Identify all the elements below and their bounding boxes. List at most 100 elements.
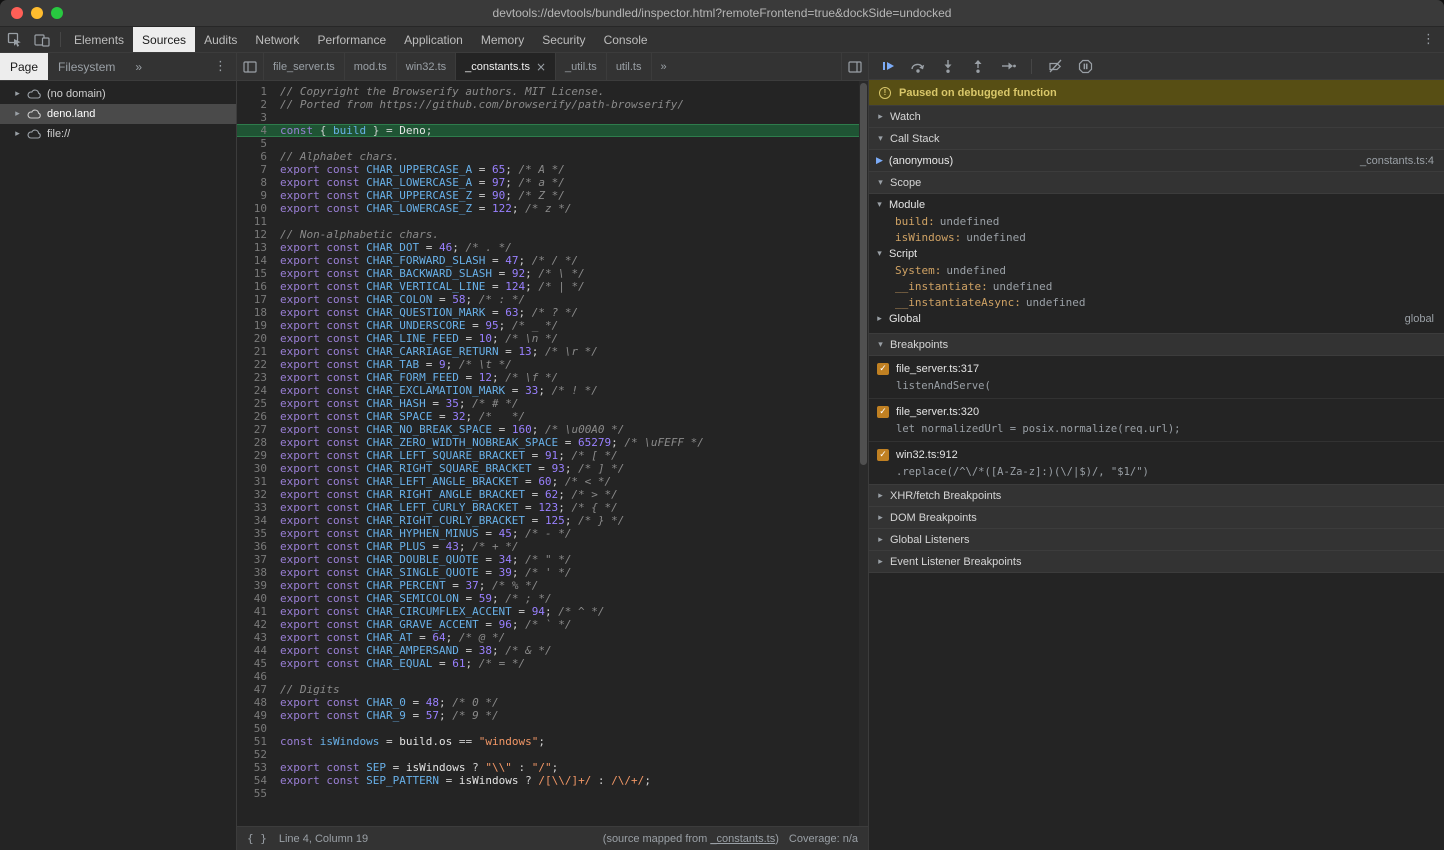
line-number-gutter[interactable]: 25 [237, 397, 267, 410]
code-text[interactable]: export const CHAR_VERTICAL_LINE = 124; /… [280, 280, 585, 293]
code-text[interactable]: export const CHAR_LEFT_ANGLE_BRACKET = 6… [280, 475, 611, 488]
section-scope[interactable]: ▾ Scope [869, 172, 1444, 194]
editor-tab-util[interactable]: util.ts [607, 53, 652, 80]
editor-tab-file-server[interactable]: file_server.ts [264, 53, 345, 80]
zoom-window-button[interactable] [51, 7, 63, 19]
tab-console[interactable]: Console [595, 27, 657, 52]
section-event-listener-breakpoints[interactable]: ▸ Event Listener Breakpoints [869, 551, 1444, 573]
scope-global[interactable]: ▸ Global global [869, 310, 1444, 327]
scrollbar-thumb[interactable] [860, 83, 867, 465]
line-number-gutter[interactable]: 30 [237, 462, 267, 475]
device-toolbar-icon[interactable] [28, 27, 56, 52]
section-global-listeners[interactable]: ▸ Global Listeners [869, 529, 1444, 551]
line-number-gutter[interactable]: 31 [237, 475, 267, 488]
tree-item-file[interactable]: ▸ file:// [0, 124, 236, 144]
breakpoint-checkbox[interactable]: ✓ [877, 449, 889, 461]
code-text[interactable]: export const CHAR_PLUS = 43; /* + */ [280, 540, 518, 553]
tab-network[interactable]: Network [246, 27, 308, 52]
code-text[interactable]: export const CHAR_RIGHT_CURLY_BRACKET = … [280, 514, 624, 527]
line-number-gutter[interactable]: 4 [237, 124, 267, 137]
line-number-gutter[interactable]: 28 [237, 436, 267, 449]
code-text[interactable]: export const CHAR_LOWERCASE_A = 97; /* a… [280, 176, 565, 189]
line-number-gutter[interactable]: 43 [237, 631, 267, 644]
tree-item-deno-land[interactable]: ▸ deno.land [0, 104, 236, 124]
code-text[interactable]: export const CHAR_QUESTION_MARK = 63; /*… [280, 306, 578, 319]
editor-tab-win32[interactable]: win32.ts [397, 53, 456, 80]
line-number-gutter[interactable]: 36 [237, 540, 267, 553]
code-text[interactable]: // Alphabet chars. [280, 150, 399, 163]
tree-item-no-domain[interactable]: ▸ (no domain) [0, 84, 236, 104]
resume-script-button[interactable] [877, 56, 899, 76]
code-text[interactable]: export const SEP = isWindows ? "\\" : "/… [280, 761, 558, 774]
tab-security[interactable]: Security [533, 27, 594, 52]
scope-variable[interactable]: System: undefined [869, 262, 1444, 278]
tab-sources[interactable]: Sources [133, 27, 195, 52]
code-text[interactable]: export const CHAR_DOUBLE_QUOTE = 34; /* … [280, 553, 571, 566]
code-text[interactable]: export const CHAR_UPPERCASE_Z = 90; /* Z… [280, 189, 565, 202]
scope-variable[interactable]: build: undefined [869, 213, 1444, 229]
tab-memory[interactable]: Memory [472, 27, 533, 52]
line-number-gutter[interactable]: 22 [237, 358, 267, 371]
line-number-gutter[interactable]: 8 [237, 176, 267, 189]
line-number-gutter[interactable]: 6 [237, 150, 267, 163]
tab-filesystem[interactable]: Filesystem [48, 53, 125, 80]
line-number-gutter[interactable]: 37 [237, 553, 267, 566]
call-stack-frame[interactable]: ▶ (anonymous) _constants.ts:4 [869, 150, 1444, 172]
scope-variable[interactable]: isWindows: undefined [869, 229, 1444, 245]
line-number-gutter[interactable]: 41 [237, 605, 267, 618]
line-number-gutter[interactable]: 50 [237, 722, 267, 735]
code-text[interactable]: export const CHAR_ZERO_WIDTH_NOBREAK_SPA… [280, 436, 704, 449]
code-text[interactable]: export const CHAR_UPPERCASE_A = 65; /* A… [280, 163, 565, 176]
code-text[interactable]: export const CHAR_9 = 57; /* 9 */ [280, 709, 499, 722]
toggle-navigator-icon[interactable] [237, 53, 264, 80]
line-number-gutter[interactable]: 24 [237, 384, 267, 397]
code-text[interactable]: export const CHAR_HYPHEN_MINUS = 45; /* … [280, 527, 571, 540]
editor-scrollbar[interactable] [859, 81, 868, 826]
chevron-right-icon[interactable]: ▸ [13, 89, 22, 99]
code-text[interactable]: export const CHAR_UNDERSCORE = 95; /* _ … [280, 319, 558, 332]
code-text[interactable]: export const CHAR_COLON = 58; /* : */ [280, 293, 525, 306]
line-number-gutter[interactable]: 55 [237, 787, 267, 800]
code-text[interactable]: export const CHAR_LINE_FEED = 10; /* \n … [280, 332, 558, 345]
code-text[interactable]: export const CHAR_SPACE = 32; /* */ [280, 410, 525, 423]
line-number-gutter[interactable]: 10 [237, 202, 267, 215]
line-number-gutter[interactable]: 54 [237, 774, 267, 787]
scope-variable[interactable]: __instantiate: undefined [869, 278, 1444, 294]
line-number-gutter[interactable]: 1 [237, 85, 267, 98]
code-text[interactable]: export const CHAR_LEFT_SQUARE_BRACKET = … [280, 449, 618, 462]
line-number-gutter[interactable]: 23 [237, 371, 267, 384]
line-number-gutter[interactable]: 46 [237, 670, 267, 683]
line-number-gutter[interactable]: 3 [237, 111, 267, 124]
code-text[interactable]: export const CHAR_RIGHT_SQUARE_BRACKET =… [280, 462, 624, 475]
code-text[interactable]: export const CHAR_TAB = 9; /* \t */ [280, 358, 512, 371]
more-tabs-chevron-icon[interactable]: » [125, 53, 152, 80]
editor-tab-constants[interactable]: _constants.ts × [456, 53, 556, 80]
section-dom-breakpoints[interactable]: ▸ DOM Breakpoints [869, 507, 1444, 529]
section-xhr-breakpoints[interactable]: ▸ XHR/fetch Breakpoints [869, 485, 1444, 507]
pause-on-exceptions-button[interactable] [1074, 56, 1096, 76]
line-number-gutter[interactable]: 35 [237, 527, 267, 540]
line-number-gutter[interactable]: 47 [237, 683, 267, 696]
code-text[interactable]: export const CHAR_PERCENT = 37; /* % */ [280, 579, 538, 592]
code-text[interactable]: export const CHAR_FORWARD_SLASH = 47; /*… [280, 254, 578, 267]
code-text[interactable]: const { build } = Deno; [280, 124, 432, 137]
chevron-right-icon[interactable]: ▸ [13, 109, 22, 119]
code-text[interactable]: // Copyright the Browserify authors. MIT… [280, 85, 605, 98]
pretty-print-icon[interactable]: { } [247, 832, 267, 845]
close-tab-icon[interactable]: × [536, 61, 546, 73]
line-number-gutter[interactable]: 21 [237, 345, 267, 358]
code-text[interactable]: export const CHAR_AT = 64; /* @ */ [280, 631, 505, 644]
code-text[interactable]: export const CHAR_BACKWARD_SLASH = 92; /… [280, 267, 585, 280]
line-number-gutter[interactable]: 42 [237, 618, 267, 631]
editor-tab-util-underscore[interactable]: _util.ts [556, 53, 607, 80]
line-number-gutter[interactable]: 48 [237, 696, 267, 709]
breakpoint-checkbox[interactable]: ✓ [877, 363, 889, 375]
line-number-gutter[interactable]: 2 [237, 98, 267, 111]
code-text[interactable]: export const CHAR_GRAVE_ACCENT = 96; /* … [280, 618, 571, 631]
line-number-gutter[interactable]: 16 [237, 280, 267, 293]
breakpoint-checkbox[interactable]: ✓ [877, 406, 889, 418]
code-text[interactable]: export const CHAR_NO_BREAK_SPACE = 160; … [280, 423, 624, 436]
step-button[interactable] [997, 56, 1019, 76]
tab-elements[interactable]: Elements [65, 27, 133, 52]
line-number-gutter[interactable]: 34 [237, 514, 267, 527]
